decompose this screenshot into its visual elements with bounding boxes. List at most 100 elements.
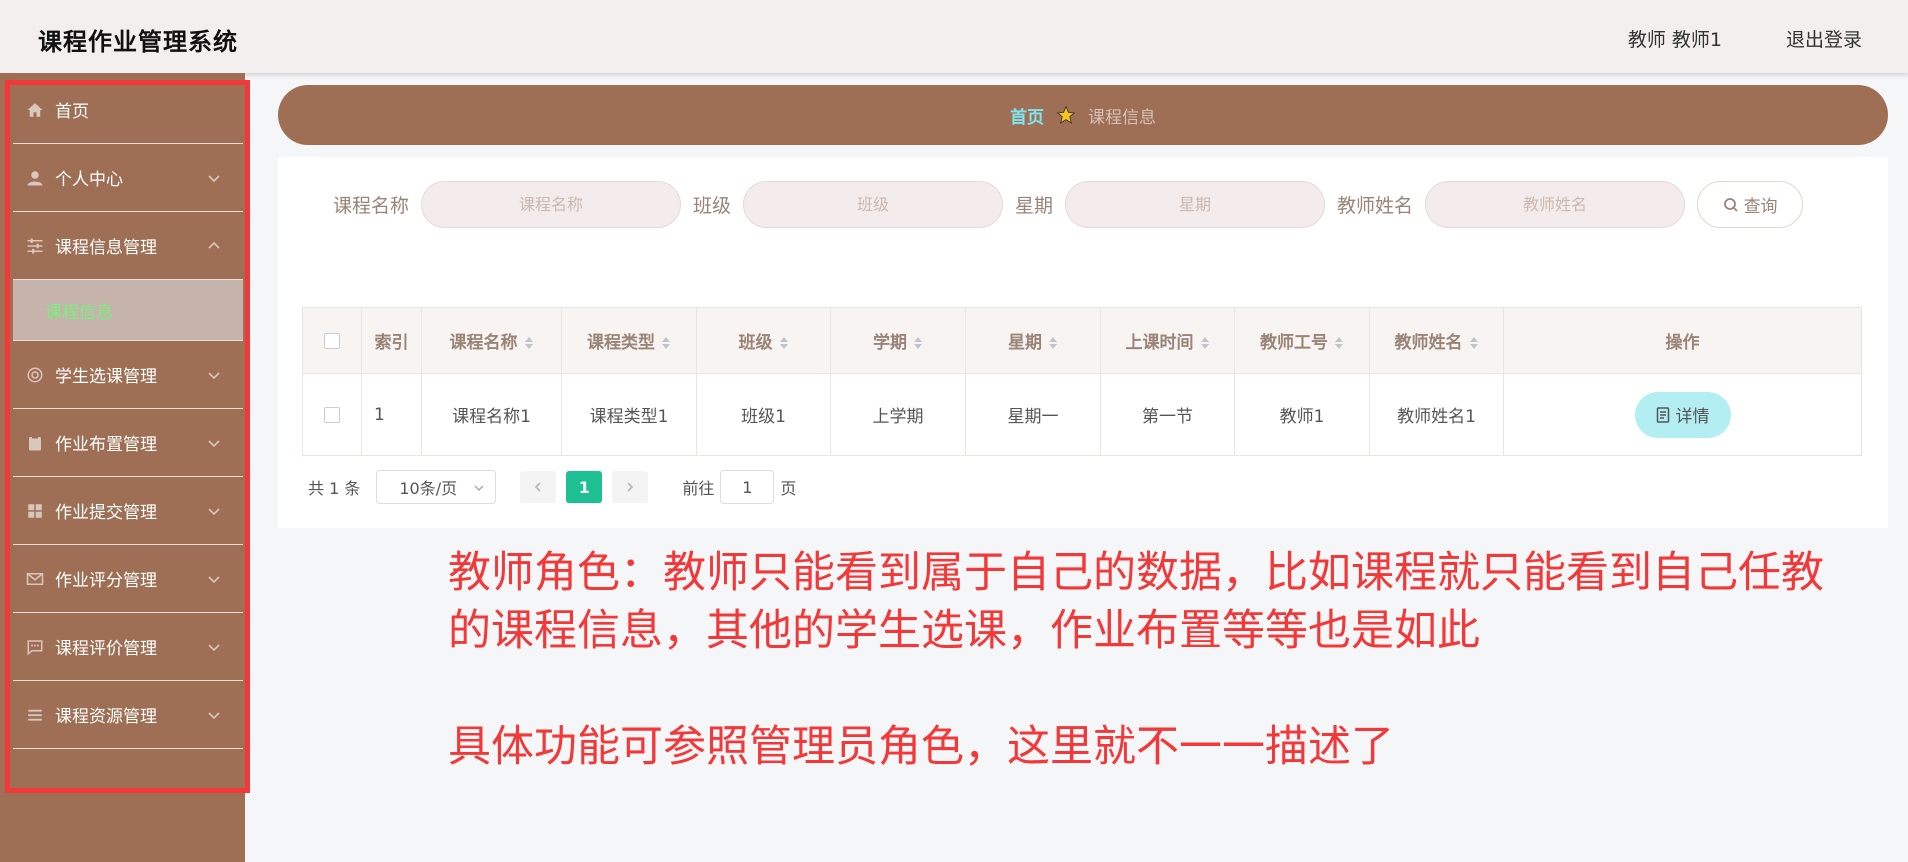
search-icon — [1723, 197, 1738, 212]
goto-page-input[interactable] — [720, 470, 775, 504]
page-number-current[interactable]: 1 — [566, 471, 603, 503]
page-suffix: 页 — [780, 479, 797, 498]
annotation-line: 教师角色：教师只能看到属于自己的数据，比如课程就只能看到自己任教 — [448, 548, 1824, 598]
row-checkbox[interactable] — [324, 406, 340, 423]
page-size-select[interactable]: 10条/页 — [376, 470, 497, 504]
cell-class: 班级1 — [696, 373, 831, 456]
search-button[interactable]: 查询 — [1697, 181, 1804, 228]
cell-course-type: 课程类型1 — [561, 373, 697, 456]
search-form: 课程名称 班级 星期 教师姓名 查询 — [333, 181, 1804, 228]
detail-button[interactable]: 详情 — [1634, 391, 1731, 438]
column-header: 索引 — [361, 307, 422, 374]
sort-icon — [524, 337, 533, 349]
cell-term: 上学期 — [830, 373, 966, 456]
sidebar-item-home[interactable]: 首页 — [13, 76, 243, 144]
column-header-sortable[interactable]: 学期 — [830, 307, 966, 374]
course-table: 索引 课程名称 课程类型 班级 学期 星期 上课时间 教师工号 教师姓名 操作 … — [302, 307, 1862, 456]
cell-teacher-name: 教师姓名1 — [1369, 373, 1504, 456]
chevron-right-icon — [627, 482, 634, 492]
sidebar-item-label: 学生选课管理 — [55, 367, 157, 387]
sidebar-item-label: 课程资源管理 — [55, 707, 157, 727]
column-header-label: 教师工号 — [1260, 333, 1328, 353]
cell-index: 1 — [361, 373, 422, 456]
annotation-line: 的课程信息，其他的学生选课，作业布置等等也是如此 — [448, 606, 1480, 656]
annotation-text: 教师角色：教师只能看到属于自己的数据，比如课程就只能看到自己任教 的课程信息，其… — [448, 544, 1868, 776]
weekday-label: 星期 — [1015, 195, 1054, 217]
breadcrumb-home-link[interactable]: 首页 — [1010, 103, 1044, 128]
page-size-value: 10条/页 — [399, 479, 458, 498]
sidebar-item-homework-submit[interactable]: 作业提交管理 — [13, 477, 243, 545]
detail-button-label: 详情 — [1675, 407, 1710, 427]
grid-icon — [25, 501, 45, 521]
sort-icon — [662, 337, 670, 349]
sidebar-item-course-info-management[interactable]: 课程信息管理 — [13, 212, 243, 280]
select-all-checkbox[interactable] — [324, 332, 340, 349]
column-header-label: 星期 — [1008, 333, 1042, 353]
sidebar-item-course-evaluation[interactable]: 课程评价管理 — [13, 613, 243, 681]
prev-page-button[interactable] — [520, 471, 557, 503]
pagination: 共 1 条 10条/页 1 前往 页 — [308, 470, 796, 504]
sidebar-item-personal-center[interactable]: 个人中心 — [13, 144, 243, 212]
cell-course-name: 课程名称1 — [421, 373, 562, 456]
sidebar-item-label: 作业提交管理 — [55, 503, 157, 523]
sidebar-item-label: 课程信息管理 — [55, 238, 157, 258]
column-header-sortable[interactable]: 教师姓名 — [1369, 307, 1504, 374]
breadcrumb: 首页 课程信息 — [278, 85, 1888, 145]
course-name-label: 课程名称 — [333, 195, 410, 217]
logout-link[interactable]: 退出登录 — [1786, 25, 1862, 52]
column-header-label: 课程名称 — [449, 333, 518, 353]
app-title: 课程作业管理系统 — [38, 28, 238, 56]
document-icon — [1656, 406, 1669, 423]
sidebar-item-course-resources[interactable]: 课程资源管理 — [13, 681, 243, 749]
cell-time: 第一节 — [1100, 373, 1235, 456]
top-header: 课程作业管理系统 教师 教师1 退出登录 — [0, 0, 1908, 73]
goto-label: 前往 — [682, 479, 715, 498]
chevron-down-icon — [207, 571, 221, 585]
next-page-button[interactable] — [612, 471, 649, 503]
sort-icon — [1200, 337, 1209, 349]
sort-icon — [1469, 337, 1478, 349]
column-header-sortable[interactable]: 上课时间 — [1100, 307, 1235, 374]
current-user-label: 教师 教师1 — [1627, 29, 1722, 51]
sidebar-item-label: 作业布置管理 — [55, 435, 157, 455]
clipboard-icon — [25, 433, 45, 453]
column-header-sortable[interactable]: 星期 — [965, 307, 1101, 374]
row-select-cell — [302, 373, 362, 456]
column-header-sortable[interactable]: 教师工号 — [1234, 307, 1370, 374]
chat-icon — [25, 637, 45, 657]
weekday-input[interactable] — [1065, 181, 1326, 228]
sidebar-item-course-selection[interactable]: 学生选课管理 — [13, 341, 243, 409]
breadcrumb-current: 课程信息 — [1088, 107, 1156, 128]
column-header-label: 上课时间 — [1125, 333, 1194, 353]
course-name-input[interactable] — [421, 181, 682, 228]
teacher-name-input[interactable] — [1425, 181, 1686, 228]
star-icon — [1056, 105, 1076, 124]
list-icon — [25, 705, 45, 725]
cell-teacher-id: 教师1 — [1234, 373, 1370, 456]
sort-icon — [1049, 337, 1057, 349]
sidebar-item-homework-grading[interactable]: 作业评分管理 — [13, 545, 243, 613]
chevron-up-icon — [207, 238, 221, 252]
sort-icon — [1335, 337, 1343, 349]
circle-icon — [25, 365, 45, 385]
column-header-sortable[interactable]: 课程名称 — [421, 307, 562, 374]
sidebar-item-label: 课程评价管理 — [55, 639, 157, 659]
column-header-label: 课程类型 — [587, 333, 655, 353]
class-label: 班级 — [693, 195, 732, 217]
chevron-down-icon — [207, 170, 221, 184]
chevron-down-icon — [207, 435, 221, 449]
sidebar-subitem-course-info[interactable]: 课程信息 — [13, 280, 243, 341]
column-header-sortable[interactable]: 课程类型 — [561, 307, 697, 374]
home-icon — [25, 100, 45, 120]
column-header-label: 学期 — [873, 333, 907, 353]
class-input[interactable] — [743, 181, 1004, 228]
chevron-down-icon — [207, 707, 221, 721]
column-header-sortable[interactable]: 班级 — [696, 307, 831, 374]
chevron-down-icon — [207, 367, 221, 381]
sidebar-item-homework-assign[interactable]: 作业布置管理 — [13, 409, 243, 477]
chevron-down-icon — [207, 503, 221, 517]
chevron-left-icon — [535, 482, 541, 492]
chevron-down-icon — [207, 639, 221, 653]
column-header-label: 教师姓名 — [1394, 333, 1463, 353]
column-header-label: 班级 — [738, 333, 773, 353]
